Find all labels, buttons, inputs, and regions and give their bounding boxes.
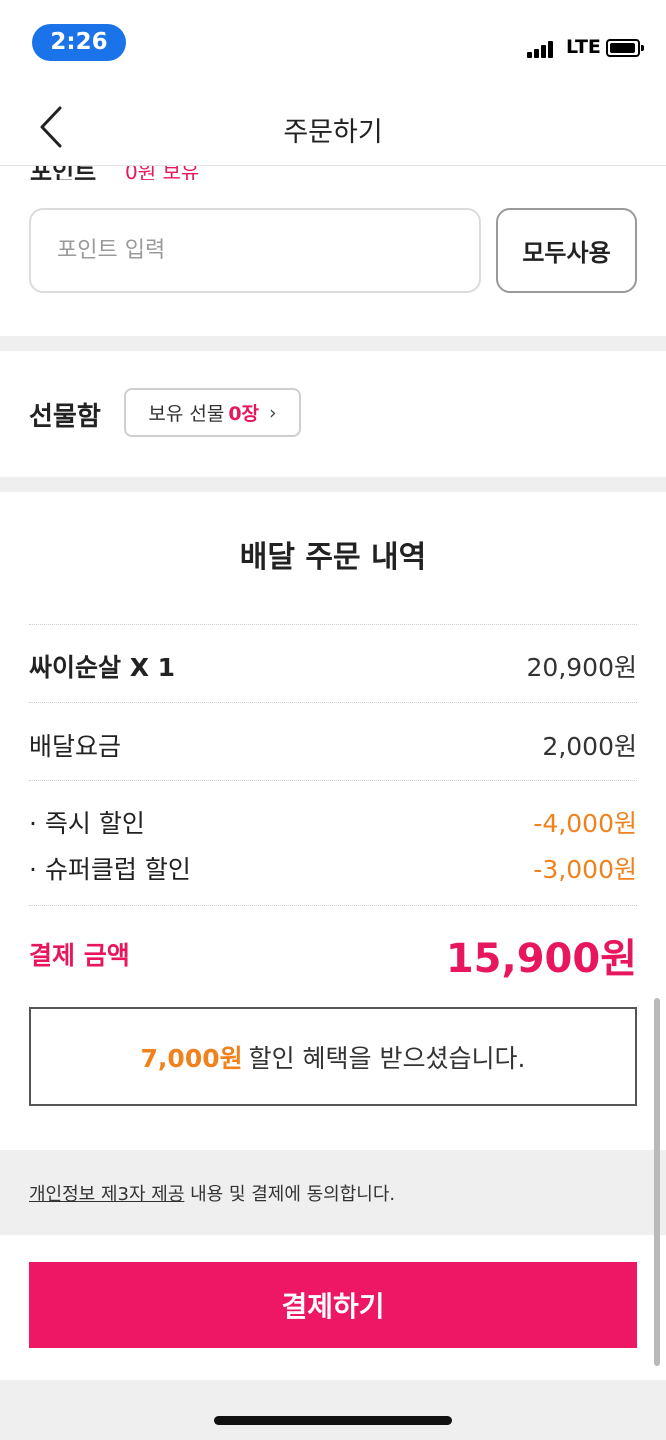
- divider: [29, 624, 637, 625]
- consent-rest: 내용 및 결제에 동의합니다.: [184, 1184, 396, 1205]
- consent-section: 개인정보 제3자 제공 내용 및 결제에 동의합니다.: [0, 1150, 666, 1235]
- total-label: 결제 금액: [29, 941, 130, 970]
- divider: [29, 702, 637, 703]
- benefit-amount: 7,000원: [140, 1043, 243, 1073]
- total-amount: 15,900원: [445, 936, 637, 982]
- divider: [29, 905, 637, 906]
- instant-discount-label: · 즉시 할인: [29, 809, 145, 838]
- pay-button[interactable]: 결제하기: [29, 1262, 637, 1348]
- order-summary-title: 배달 주문 내역: [239, 540, 427, 575]
- status-time: 2:26: [32, 24, 126, 61]
- point-input[interactable]: [29, 208, 481, 293]
- superclub-discount-label: · 슈퍼클럽 할인: [29, 855, 191, 884]
- delivery-fee-label: 배달요금: [29, 732, 122, 761]
- benefit-text: 할인 혜택을 받으셨습니다.: [248, 1043, 526, 1073]
- home-indicator: [214, 1416, 452, 1425]
- gift-button-prefix: 보유 선물: [148, 403, 225, 425]
- use-all-points-button[interactable]: 모두사용: [496, 208, 637, 293]
- section-divider: [0, 477, 666, 492]
- order-item-name: 싸이순살 X 1: [29, 653, 176, 682]
- delivery-fee-value: 2,000원: [542, 732, 637, 761]
- gift-box-button[interactable]: 보유 선물 0장 ›: [124, 388, 301, 437]
- order-item-price: 20,900원: [526, 653, 637, 682]
- nav-bar: 주문하기: [0, 88, 666, 166]
- section-divider: [0, 336, 666, 351]
- signal-icon: [527, 40, 559, 58]
- instant-discount-value: -4,000원: [533, 809, 637, 838]
- privacy-third-party-link[interactable]: 개인정보 제3자 제공: [29, 1184, 184, 1205]
- page-title: 주문하기: [283, 117, 383, 148]
- network-type: LTE: [566, 36, 601, 58]
- superclub-discount-value: -3,000원: [533, 855, 637, 884]
- benefit-notice: 7,000원 할인 혜택을 받으셨습니다.: [29, 1007, 637, 1106]
- battery-icon: [606, 39, 644, 57]
- status-bar: 2:26 LTE: [0, 0, 666, 88]
- divider: [29, 780, 637, 781]
- scrollbar[interactable]: [654, 998, 660, 1366]
- gift-box-label: 선물함: [29, 402, 101, 432]
- consent-text: 개인정보 제3자 제공 내용 및 결제에 동의합니다.: [29, 1180, 395, 1206]
- bottom-area: [0, 1380, 666, 1440]
- gift-count: 0장: [228, 403, 260, 425]
- chevron-right-icon: ›: [269, 401, 277, 424]
